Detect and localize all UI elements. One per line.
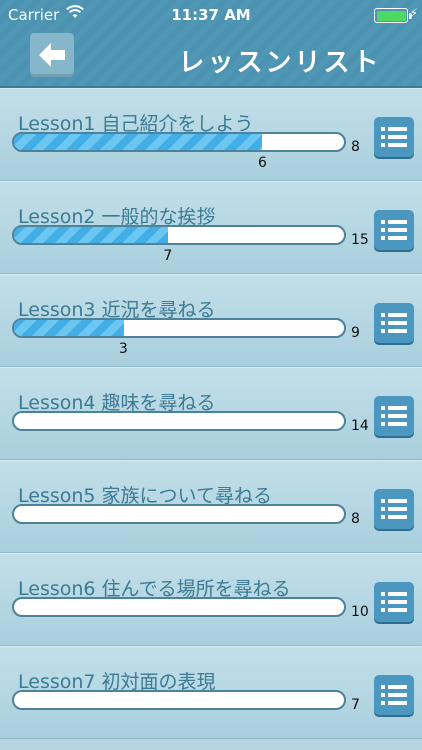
completed-count: 6 (258, 155, 267, 171)
progress-bar (12, 225, 346, 245)
progress-fill (14, 134, 262, 150)
clock: 11:37 AM (171, 6, 251, 24)
completed-count: 3 (118, 341, 128, 357)
total-count: 7 (351, 697, 360, 713)
list-icon (381, 406, 407, 426)
total-count: 8 (351, 511, 360, 527)
list-icon (381, 313, 407, 333)
lesson-row[interactable]: Lesson4 趣味を尋ねる 14 (0, 367, 422, 460)
lesson-row[interactable]: Lesson5 家族について尋ねる 8 (0, 460, 422, 553)
lesson-list-button[interactable] (374, 396, 414, 436)
lesson-list-button[interactable] (374, 117, 414, 157)
list-icon (381, 592, 407, 612)
header: Carrier 11:37 AM ⚡ レッスンリスト (0, 0, 422, 88)
lesson-row[interactable]: Lesson6 住んでる場所を尋ねる 10 (0, 553, 422, 646)
progress-bar (12, 411, 346, 431)
list-icon (381, 499, 407, 519)
progress-fill (14, 227, 168, 243)
charging-icon: ⚡ (409, 6, 418, 20)
list-icon (381, 220, 407, 240)
lesson-row[interactable]: Lesson2 一般的な挨拶 7 15 (0, 181, 422, 274)
lesson-list-button[interactable] (374, 582, 414, 622)
total-count: 15 (351, 232, 369, 248)
total-count: 14 (351, 418, 369, 434)
lesson-list: Lesson1 自己紹介をしよう 6 8 Lesson2 一般的な挨拶 7 15 Lesso… (0, 88, 422, 739)
completed-count: 7 (163, 248, 173, 264)
lesson-list-button[interactable] (374, 303, 414, 343)
page-title: レッスンリスト (178, 48, 382, 78)
list-icon (381, 127, 407, 147)
lesson-list-button[interactable] (374, 210, 414, 250)
total-count: 9 (351, 325, 360, 341)
progress-bar (12, 132, 346, 152)
back-button[interactable] (30, 33, 74, 77)
lesson-row[interactable]: Lesson3 近況を尋ねる 3 9 (0, 274, 422, 367)
progress-bar (12, 690, 346, 710)
lesson-row[interactable]: Lesson7 初対面の表現 7 (0, 646, 422, 739)
progress-bar (12, 597, 346, 617)
lesson-row[interactable]: Lesson1 自己紹介をしよう 6 8 (0, 88, 422, 181)
lesson-list-button[interactable] (374, 675, 414, 715)
total-count: 8 (351, 139, 360, 155)
progress-bar (12, 504, 346, 524)
status-bar: Carrier 11:37 AM ⚡ (0, 0, 422, 30)
list-icon (381, 685, 407, 705)
battery-icon (374, 8, 412, 23)
total-count: 10 (351, 604, 369, 620)
progress-bar (12, 318, 346, 338)
lesson-list-button[interactable] (374, 489, 414, 529)
progress-fill (14, 320, 124, 336)
arrow-left-icon (39, 43, 65, 67)
